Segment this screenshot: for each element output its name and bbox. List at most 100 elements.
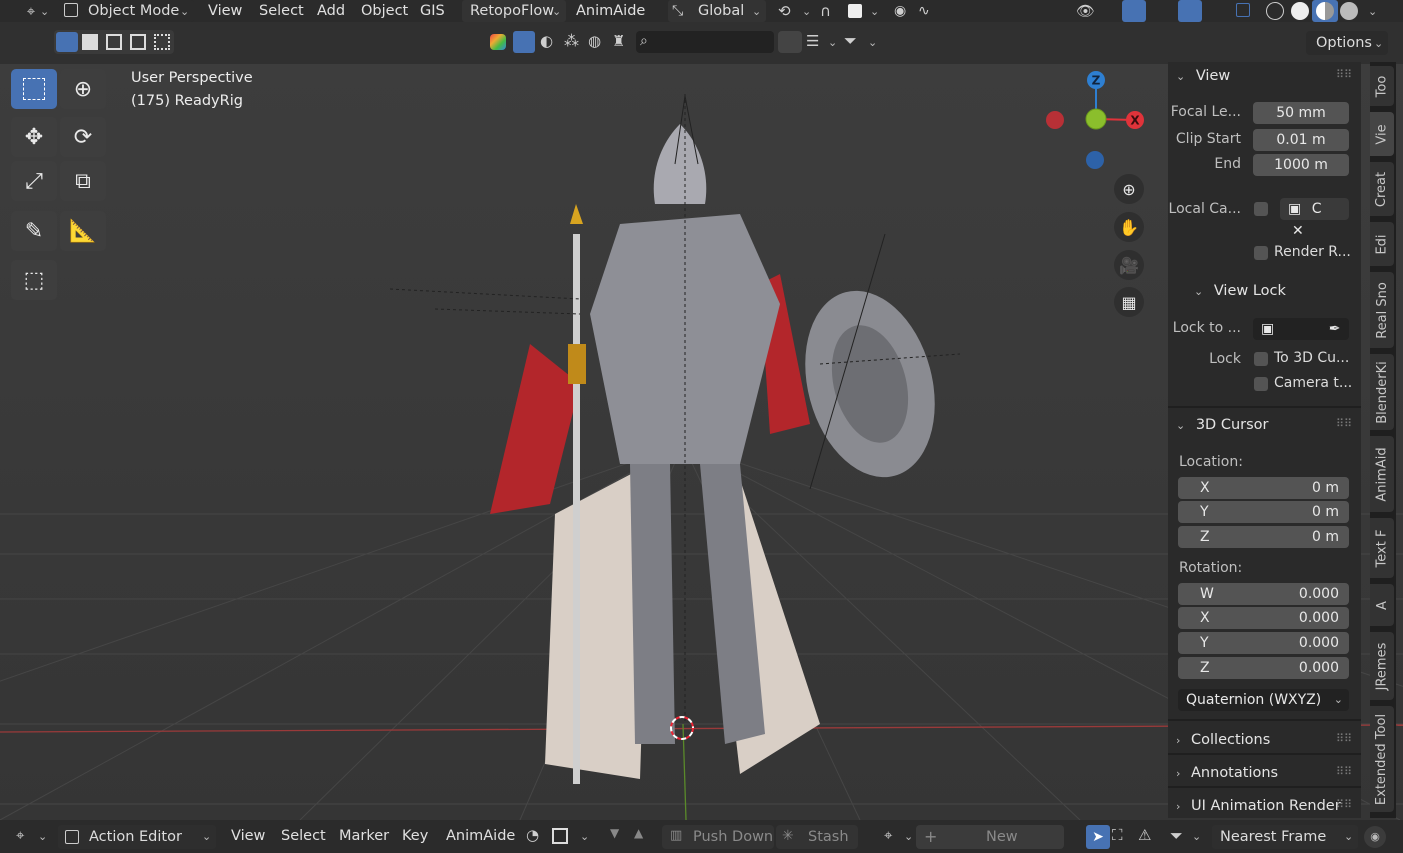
- local-camera-checkbox[interactable]: [1254, 202, 1268, 216]
- lock-camera-checkbox[interactable]: [1254, 377, 1268, 391]
- rotation-w-field[interactable]: W 0.000: [1178, 583, 1349, 605]
- eyedropper-icon[interactable]: ✒: [1329, 321, 1341, 337]
- editor-type-icon[interactable]: ⌖: [16, 826, 24, 844]
- lock-to-object-field[interactable]: ▣ ✒: [1253, 318, 1349, 340]
- annotations-panel-header[interactable]: › Annotations: [1176, 761, 1278, 785]
- focal-length-field[interactable]: 50 mm: [1253, 102, 1349, 124]
- select-extend-icon[interactable]: [82, 34, 98, 50]
- filter-icon[interactable]: ⏷: [1170, 826, 1183, 846]
- menu-animaide[interactable]: AnimAide: [446, 826, 515, 846]
- clip-start-field[interactable]: 0.01 m: [1253, 129, 1349, 151]
- transform-orientation[interactable]: ⤡ Global ⌄: [668, 0, 766, 22]
- menu-animaide[interactable]: AnimAide: [576, 1, 645, 21]
- stash-button[interactable]: ✳ Stash: [776, 825, 858, 849]
- visibility-icon[interactable]: 👁: [1076, 0, 1095, 22]
- action-browse-icon[interactable]: ⌖: [884, 826, 892, 844]
- overlay-toggle-icon[interactable]: [1178, 0, 1202, 22]
- tab-view[interactable]: Vie: [1370, 112, 1394, 156]
- snap-mode-dropdown[interactable]: Nearest Frame ⌄: [1212, 825, 1358, 849]
- pan-button[interactable]: ✋: [1114, 212, 1144, 242]
- location-z-field[interactable]: Z 0 m: [1178, 526, 1349, 548]
- zoom-button[interactable]: ⊕: [1114, 174, 1144, 204]
- add-cube-tool[interactable]: ⬚: [11, 260, 57, 300]
- cursor-panel-header[interactable]: ⌄ 3D Cursor: [1176, 413, 1269, 437]
- camera-view-button[interactable]: 🎥: [1114, 250, 1144, 280]
- proportional-editing-icon[interactable]: ◉: [1364, 826, 1386, 848]
- menu-select[interactable]: Select: [259, 1, 304, 21]
- select-box-tool[interactable]: [11, 69, 57, 109]
- gizmo-toggle-icon[interactable]: [1122, 0, 1146, 22]
- clear-icon[interactable]: ✕: [1292, 223, 1304, 239]
- view-panel-header[interactable]: ⌄ View: [1176, 64, 1230, 88]
- drag-handle-icon[interactable]: ⠿⠿: [1336, 798, 1352, 811]
- move-tool[interactable]: ✥: [11, 117, 57, 157]
- material-shading-button[interactable]: [1312, 0, 1338, 22]
- drag-handle-icon[interactable]: ⠿⠿: [1336, 417, 1352, 430]
- tab-tool[interactable]: Too: [1370, 66, 1394, 106]
- filter-option-icon[interactable]: [778, 31, 802, 53]
- local-camera-field[interactable]: ▣ C ✕: [1280, 198, 1349, 239]
- snap-target-icon[interactable]: [848, 4, 862, 18]
- select-new-icon[interactable]: [56, 32, 78, 52]
- menu-marker[interactable]: Marker: [339, 826, 389, 846]
- tab-real-snow[interactable]: Real Sno: [1370, 272, 1394, 348]
- solid-shading-icon[interactable]: [1291, 2, 1309, 20]
- 3d-cursor-icon[interactable]: [668, 714, 698, 744]
- rendered-shading-icon[interactable]: [1340, 2, 1358, 20]
- scale-tool[interactable]: ⤢: [11, 161, 57, 201]
- snap-icon[interactable]: ∩: [820, 0, 831, 22]
- scene-icon[interactable]: ♜: [612, 32, 625, 50]
- location-x-field[interactable]: X 0 m: [1178, 477, 1349, 499]
- clip-end-field[interactable]: 1000 m: [1253, 154, 1349, 176]
- ui-animation-render-header[interactable]: › UI Animation Render: [1176, 794, 1341, 818]
- show-hidden-icon[interactable]: ⛶: [1112, 826, 1123, 844]
- rotate-tool[interactable]: ⟳: [60, 117, 106, 157]
- wireframe-shading-icon[interactable]: [1266, 2, 1284, 20]
- hierarchy-icon[interactable]: ☰: [806, 32, 819, 50]
- mode-selector[interactable]: Object Mode ⌄: [58, 0, 194, 22]
- falloff-icon[interactable]: ∿: [918, 0, 930, 22]
- errors-icon[interactable]: ⚠: [1138, 826, 1151, 844]
- drag-handle-icon[interactable]: ⠿⠿: [1336, 68, 1352, 81]
- rotation-y-field[interactable]: Y 0.000: [1178, 632, 1349, 654]
- tab-blenderkit[interactable]: BlenderKi: [1370, 354, 1394, 430]
- menu-add[interactable]: Add: [317, 1, 345, 21]
- bubbles-icon[interactable]: ⁂: [564, 32, 579, 50]
- proportional-edit-icon[interactable]: ◉: [894, 0, 906, 22]
- navigation-gizmo[interactable]: Z X: [1040, 68, 1150, 178]
- action-icon[interactable]: [552, 828, 568, 844]
- collections-panel-header[interactable]: › Collections: [1176, 728, 1270, 752]
- color-icon[interactable]: [490, 34, 506, 50]
- editor-mode-dropdown[interactable]: Action Editor ⌄: [58, 825, 216, 849]
- only-selected-icon[interactable]: ➤: [1086, 825, 1110, 849]
- tab-a[interactable]: A: [1370, 584, 1394, 626]
- tab-create[interactable]: Creat: [1370, 162, 1394, 216]
- search-input[interactable]: ⌕: [636, 31, 774, 53]
- rotation-mode-dropdown[interactable]: Quaternion (WXYZ) ⌄: [1178, 689, 1349, 711]
- filter-icon[interactable]: ⏷: [844, 31, 857, 51]
- retopoflow-menu[interactable]: RetopoFlow ⌄: [462, 0, 566, 22]
- pivot-point-icon[interactable]: ⟲: [778, 0, 791, 22]
- solid-icon[interactable]: [513, 31, 535, 53]
- sphere-icon[interactable]: ◐: [540, 32, 553, 50]
- menu-gis[interactable]: GIS: [420, 1, 445, 21]
- world-icon[interactable]: ◍: [588, 32, 601, 50]
- menu-key[interactable]: Key: [402, 826, 428, 846]
- select-subtract-icon[interactable]: [106, 34, 122, 50]
- arrow-up-icon[interactable]: ▲: [634, 826, 643, 840]
- arrow-down-icon[interactable]: ▼: [610, 826, 619, 840]
- toggle-perspective-button[interactable]: ▦: [1114, 287, 1144, 317]
- location-y-field[interactable]: Y 0 m: [1178, 501, 1349, 523]
- render-region-checkbox[interactable]: [1254, 246, 1268, 260]
- transform-tool[interactable]: ⧉: [60, 161, 106, 201]
- sync-icon[interactable]: ◔: [526, 826, 539, 844]
- menu-view[interactable]: View: [208, 1, 242, 21]
- view-lock-header[interactable]: ⌄ View Lock: [1194, 279, 1286, 303]
- annotate-tool[interactable]: ✎: [11, 211, 57, 251]
- rotation-z-field[interactable]: Z 0.000: [1178, 657, 1349, 679]
- menu-select[interactable]: Select: [281, 826, 326, 846]
- menu-object[interactable]: Object: [361, 1, 408, 21]
- new-action-button[interactable]: + New: [916, 825, 1064, 849]
- drag-handle-icon[interactable]: ⠿⠿: [1336, 765, 1352, 778]
- menu-view[interactable]: View: [231, 826, 265, 846]
